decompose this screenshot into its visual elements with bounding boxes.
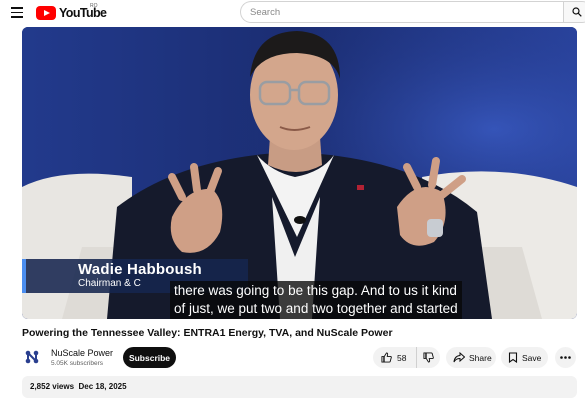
search-input[interactable] xyxy=(240,1,564,23)
menu-icon[interactable] xyxy=(11,7,23,18)
channel-avatar[interactable] xyxy=(22,347,42,367)
save-icon xyxy=(508,352,518,363)
dislike-button[interactable] xyxy=(417,347,440,368)
caption-line: there was going to be this gap. And to u… xyxy=(174,283,457,298)
country-code: RO xyxy=(90,3,98,9)
like-button[interactable]: 58 xyxy=(373,347,417,368)
like-count: 58 xyxy=(397,352,407,363)
subscribe-button[interactable]: Subscribe xyxy=(123,347,176,368)
speaker-name: Wadie Habboush xyxy=(78,261,202,278)
save-button[interactable]: Save xyxy=(501,347,548,368)
view-count: 2,852 views xyxy=(30,382,75,391)
nuscale-logo-icon xyxy=(25,350,39,364)
thumbs-down-icon xyxy=(423,352,434,363)
speaker-title: Chairman & C xyxy=(78,278,141,289)
share-icon xyxy=(453,352,465,363)
search-icon xyxy=(572,7,582,17)
caption-line: of just, we put two and two together and… xyxy=(174,301,458,316)
upload-date: Dec 18, 2025 xyxy=(78,382,127,391)
video-player[interactable]: Wadie Habboush Chairman & C there was go… xyxy=(22,27,577,319)
more-icon xyxy=(560,356,571,359)
like-dislike-group: 58 xyxy=(373,347,440,368)
subscriber-count: 5.05K subscribers xyxy=(51,360,104,367)
view-date-meta: 2,852 views Dec 18, 2025 xyxy=(30,382,127,391)
more-actions-button[interactable] xyxy=(555,347,576,368)
caption-window: there was going to be this gap. And to u… xyxy=(170,281,462,319)
channel-name[interactable]: NuScale Power xyxy=(51,348,113,358)
search-button[interactable] xyxy=(563,1,585,23)
thumbs-up-icon xyxy=(381,352,392,363)
youtube-logo-icon xyxy=(36,5,56,20)
masthead: YouTube RO xyxy=(0,0,585,26)
logo-text: YouTube xyxy=(59,5,107,20)
share-label: Share xyxy=(469,352,492,363)
save-label: Save xyxy=(522,352,542,363)
share-button[interactable]: Share xyxy=(446,347,496,368)
video-title: Powering the Tennessee Valley: ENTRA1 En… xyxy=(22,327,393,339)
